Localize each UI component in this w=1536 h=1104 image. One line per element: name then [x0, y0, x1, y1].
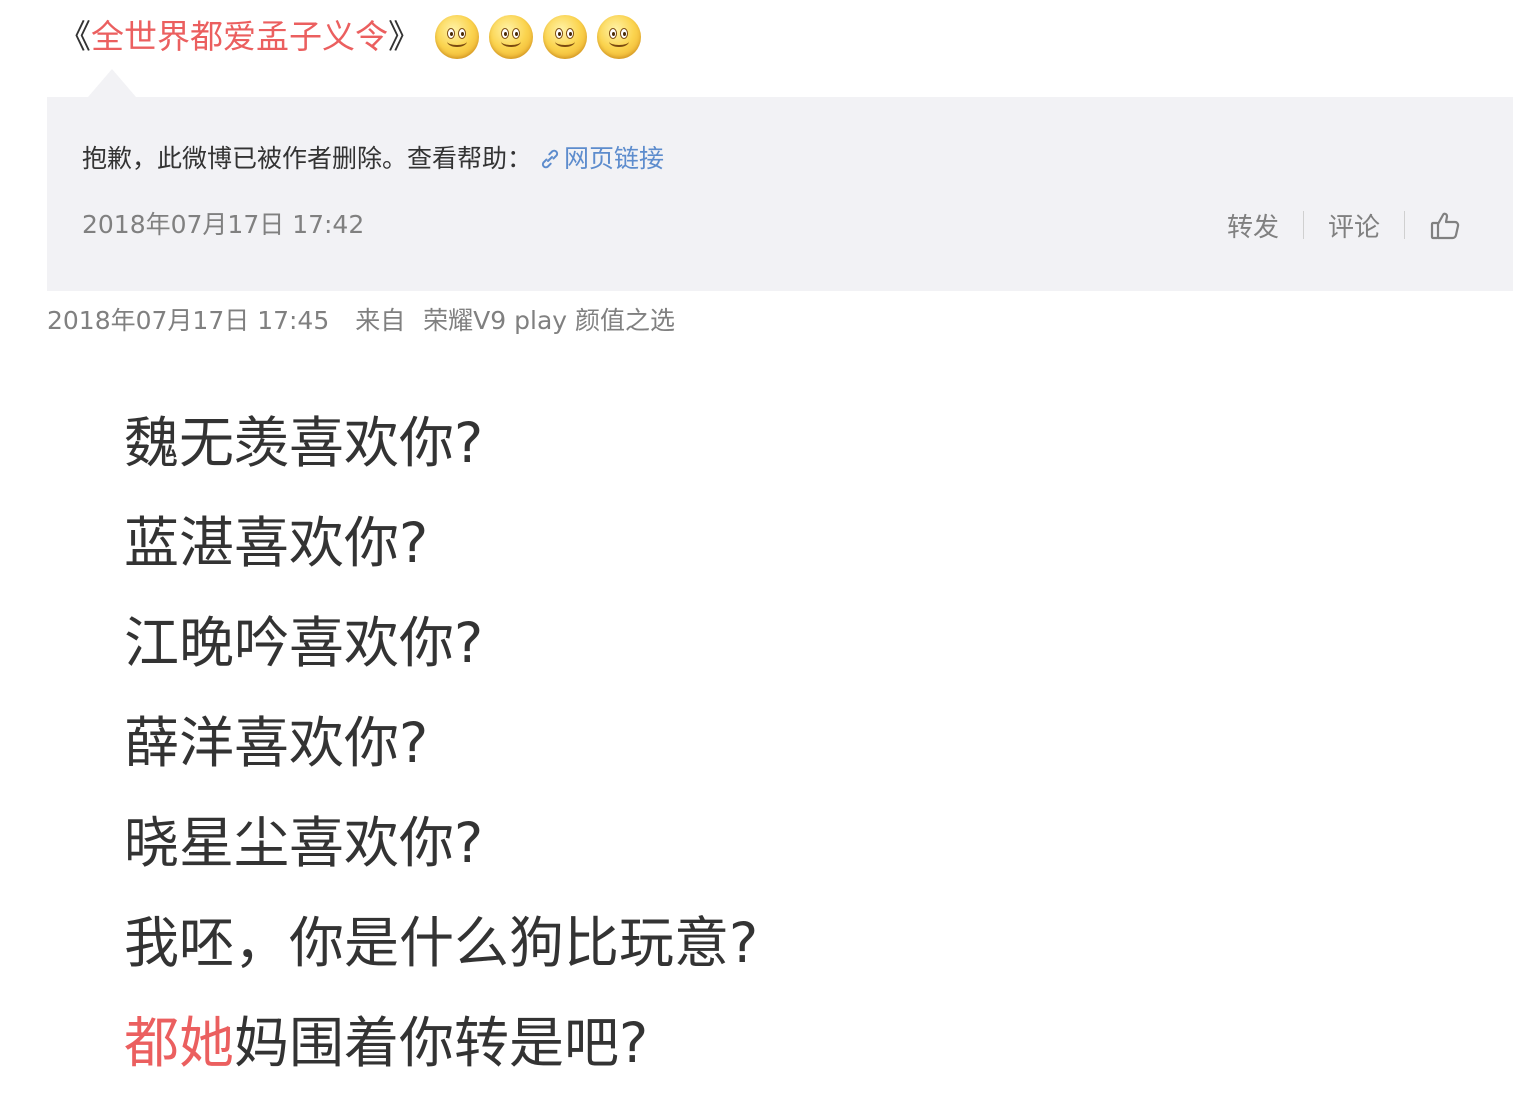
help-web-link[interactable]: 网页链接 — [538, 141, 664, 177]
post-line-rest: 妈围着你转是吧? — [234, 1011, 649, 1075]
smiley-icon — [597, 15, 641, 59]
emoji-row — [435, 15, 651, 59]
post-line-last: 都她妈围着你转是吧? — [124, 993, 1424, 1093]
topic-link[interactable]: 全世界都爱孟子义令 — [91, 10, 388, 64]
post-title-line: 《 全世界都爱孟子义令 》 — [58, 10, 651, 64]
post-line: 江晚吟喜欢你? — [124, 611, 484, 675]
post-meta: 2018年07月17日 17:45 来自 荣耀V9 play 颜值之选 — [47, 303, 675, 339]
quoted-post-actions: 转发 评论 — [1227, 205, 1461, 245]
smiley-icon — [489, 15, 533, 59]
smiley-icon — [543, 15, 587, 59]
link-icon — [541, 149, 559, 169]
thumbs-up-icon — [1430, 212, 1460, 240]
post-line: 魏无羡喜欢你? — [124, 411, 484, 475]
post-line: 我呸，你是什么狗比玩意? — [124, 911, 759, 975]
repost-button[interactable]: 转发 — [1227, 207, 1279, 244]
deleted-notice: 抱歉，此微博已被作者删除。查看帮助： 网页链接 — [82, 141, 664, 177]
smiley-icon — [435, 15, 479, 59]
quoted-post-timestamp[interactable]: 2018年07月17日 17:42 — [82, 207, 364, 243]
title-bracket-open: 《 — [58, 17, 91, 56]
post-line: 蓝湛喜欢你? — [124, 511, 429, 575]
highlighted-text: 都她 — [124, 1011, 235, 1075]
post-line: 薛洋喜欢你? — [124, 711, 429, 775]
source-prefix: 来自 — [355, 306, 406, 335]
deleted-message: 抱歉，此微博已被作者删除。查看帮助： — [82, 144, 533, 173]
like-button[interactable] — [1429, 209, 1461, 241]
comment-button[interactable]: 评论 — [1328, 207, 1380, 244]
title-bracket-close: 》 — [388, 17, 421, 56]
post-body: 魏无羡喜欢你? 蓝湛喜欢你? 江晚吟喜欢你? 薛洋喜欢你? 晓星尘喜欢你? 我呸… — [124, 393, 1424, 1093]
source-device[interactable]: 荣耀V9 play 颜值之选 — [423, 306, 675, 335]
post-timestamp[interactable]: 2018年07月17日 17:45 — [47, 306, 329, 335]
action-divider — [1404, 211, 1405, 239]
help-link-label: 网页链接 — [564, 144, 665, 173]
action-divider — [1302, 211, 1304, 239]
post-line: 晓星尘喜欢你? — [124, 811, 484, 875]
quote-box-arrow — [88, 69, 136, 97]
quoted-post: 抱歉，此微博已被作者删除。查看帮助： 网页链接 2018年07月17日 17:4… — [47, 97, 1513, 291]
